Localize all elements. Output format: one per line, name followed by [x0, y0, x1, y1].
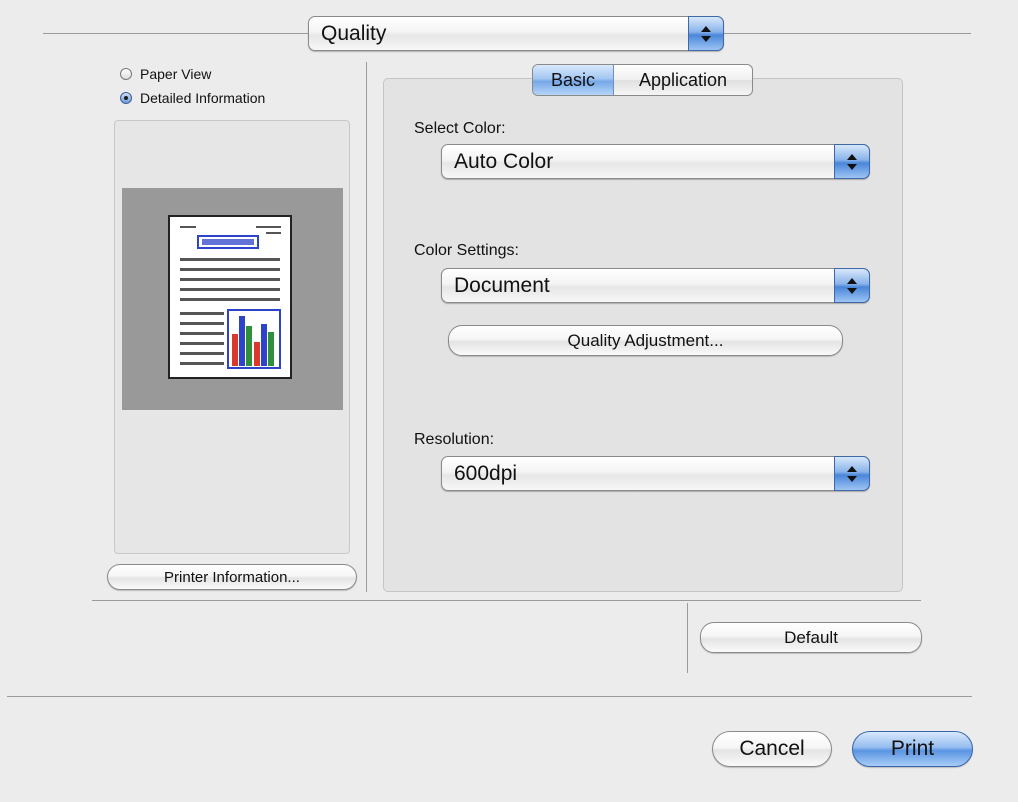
tab-application-label: Application: [638, 69, 728, 90]
tab-bar: Basic Application: [532, 64, 753, 96]
paper-view-label: Paper View: [140, 66, 212, 82]
print-button[interactable]: Print: [852, 731, 973, 767]
quality-adjustment-button[interactable]: Quality Adjustment...: [448, 325, 843, 356]
tab-application[interactable]: Application: [614, 65, 752, 95]
resolution-popup[interactable]: 600dpi: [441, 456, 870, 491]
default-button-label: Default: [784, 627, 838, 647]
default-button[interactable]: Default: [700, 622, 922, 653]
up-down-arrows-icon: [834, 144, 870, 179]
select-color-value: Auto Color: [454, 149, 554, 173]
detailed-information-radio[interactable]: [120, 92, 132, 104]
detailed-information-label: Detailed Information: [140, 90, 266, 106]
up-down-arrows-icon: [834, 268, 870, 303]
print-button-label: Print: [890, 737, 935, 760]
pane-selector-label: Quality: [321, 21, 387, 45]
quality-adjustment-label: Quality Adjustment...: [567, 330, 724, 350]
printer-information-button[interactable]: Printer Information...: [107, 564, 357, 590]
resolution-label: Resolution:: [414, 431, 495, 448]
select-color-popup[interactable]: Auto Color: [441, 144, 870, 179]
color-settings-popup[interactable]: Document: [441, 268, 870, 303]
document-thumbnail-icon: [168, 214, 293, 380]
paper-view-radio[interactable]: [120, 68, 132, 80]
color-settings-value: Document: [454, 273, 550, 297]
color-settings-label: Color Settings:: [414, 242, 519, 259]
resolution-value: 600dpi: [454, 461, 518, 485]
up-down-arrows-icon: [834, 456, 870, 491]
select-color-label: Select Color:: [414, 120, 506, 137]
printer-information-label: Printer Information...: [164, 568, 300, 586]
up-down-arrows-icon: [688, 16, 724, 51]
cancel-button-label: Cancel: [739, 737, 805, 760]
pane-selector-popup[interactable]: Quality: [308, 16, 724, 51]
tab-basic-label: Basic: [550, 69, 595, 90]
tab-basic[interactable]: Basic: [533, 65, 614, 95]
cancel-button[interactable]: Cancel: [712, 731, 832, 767]
